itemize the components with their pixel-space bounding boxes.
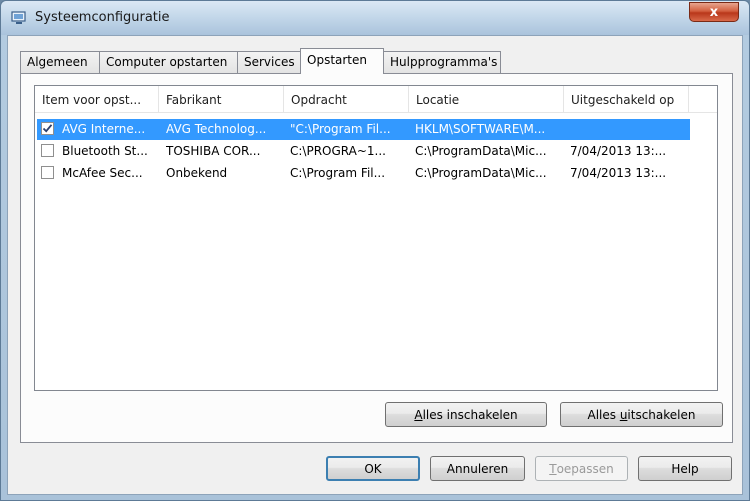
cell-disabled-on: 7/04/2013 13:... bbox=[570, 166, 667, 180]
enable-all-button[interactable]: Alles inschakelen bbox=[385, 402, 547, 427]
tab-tools[interactable]: Hulpprogramma's bbox=[383, 51, 501, 73]
cell-manufacturer: AVG Technolog... bbox=[166, 122, 267, 136]
button-label: itschakelen bbox=[627, 407, 696, 422]
button-label: Help bbox=[671, 461, 699, 476]
cell-location: HKLM\SOFTWARE\M... bbox=[415, 122, 546, 136]
title-bar[interactable]: Systeemconfiguratie x bbox=[1, 1, 749, 35]
accelerator-key: T bbox=[549, 461, 557, 476]
cell-disabled-on: 7/04/2013 13:... bbox=[570, 144, 667, 158]
row-checkbox[interactable] bbox=[41, 166, 54, 179]
tab-general[interactable]: Algemeen bbox=[20, 51, 100, 73]
cell-item: McAfee Sec... bbox=[62, 166, 143, 180]
dialog-client-area: Algemeen Computer opstarten Services Ops… bbox=[7, 35, 743, 495]
close-icon: x bbox=[709, 4, 719, 20]
button-label: oepassen bbox=[556, 461, 614, 476]
column-header-manufacturer[interactable]: Fabrikant bbox=[159, 86, 284, 113]
cell-manufacturer: TOSHIBA COR... bbox=[166, 144, 261, 158]
button-label: Annuleren bbox=[446, 461, 509, 476]
button-label: lles inschakelen bbox=[422, 407, 518, 422]
table-row[interactable]: Bluetooth St... TOSHIBA COR... C:\PROGRA… bbox=[37, 141, 690, 162]
tab-startup[interactable]: Opstarten bbox=[300, 48, 384, 74]
list-header: Item voor opst... Fabrikant Opdracht Loc… bbox=[35, 86, 717, 113]
system-configuration-window: Systeemconfiguratie x Algemeen Computer … bbox=[0, 0, 750, 501]
column-header-disabled-on[interactable]: Uitgeschakeld op bbox=[564, 86, 689, 113]
cell-manufacturer: Onbekend bbox=[166, 166, 228, 180]
cell-command: C:\PROGRA~1... bbox=[290, 144, 386, 158]
accelerator-key: A bbox=[414, 407, 423, 422]
msconfig-icon bbox=[11, 11, 27, 25]
tab-label: Hulpprogramma's bbox=[390, 55, 498, 69]
button-label: Alles bbox=[587, 407, 620, 422]
row-checkbox[interactable] bbox=[41, 122, 54, 135]
cancel-button[interactable]: Annuleren bbox=[430, 456, 525, 481]
tab-label: Services bbox=[244, 55, 295, 69]
cell-location: C:\ProgramData\Mic... bbox=[415, 144, 547, 158]
cell-command: "C:\Program Fil... bbox=[290, 122, 391, 136]
tab-label: Computer opstarten bbox=[106, 55, 228, 69]
tab-label: Opstarten bbox=[307, 53, 367, 67]
table-row[interactable]: AVG Interne... AVG Technolog... "C:\Prog… bbox=[37, 119, 690, 140]
table-row[interactable]: McAfee Sec... Onbekend C:\Program Fil...… bbox=[37, 163, 690, 184]
tab-services[interactable]: Services bbox=[237, 51, 301, 73]
help-button[interactable]: Help bbox=[638, 456, 732, 481]
cell-location: C:\ProgramData\Mic... bbox=[415, 166, 547, 180]
checkmark-icon bbox=[42, 124, 53, 133]
ok-button[interactable]: OK bbox=[326, 456, 420, 481]
column-header-item[interactable]: Item voor opst... bbox=[35, 86, 159, 113]
column-header-command[interactable]: Opdracht bbox=[284, 86, 409, 113]
tab-boot[interactable]: Computer opstarten bbox=[99, 51, 238, 73]
close-button[interactable]: x bbox=[689, 2, 739, 22]
tab-label: Algemeen bbox=[27, 55, 88, 69]
column-header-location[interactable]: Locatie bbox=[409, 86, 564, 113]
cell-command: C:\Program Fil... bbox=[290, 166, 386, 180]
window-title: Systeemconfiguratie bbox=[35, 10, 170, 25]
button-label: OK bbox=[364, 461, 382, 476]
accelerator-key: u bbox=[619, 407, 628, 422]
startup-tab-panel: Item voor opst... Fabrikant Opdracht Loc… bbox=[20, 73, 733, 443]
cell-item: Bluetooth St... bbox=[62, 144, 148, 158]
startup-items-list[interactable]: Item voor opst... Fabrikant Opdracht Loc… bbox=[34, 85, 718, 391]
apply-button[interactable]: Toepassen bbox=[535, 456, 628, 481]
cell-item: AVG Interne... bbox=[62, 122, 146, 136]
disable-all-button[interactable]: Alles u itschakelen bbox=[560, 402, 723, 427]
row-checkbox[interactable] bbox=[41, 144, 54, 157]
